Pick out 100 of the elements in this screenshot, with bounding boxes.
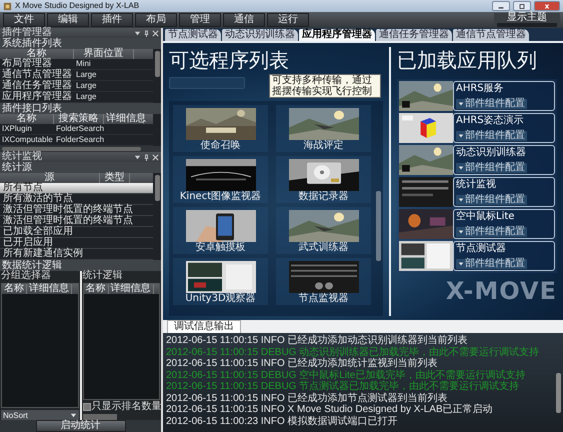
checkbox-label: 只显示排名数量 bbox=[92, 402, 162, 412]
search-field[interactable] bbox=[169, 77, 245, 89]
tab[interactable]: 节点测试器 bbox=[165, 29, 221, 41]
list-item[interactable]: 已开启应用 bbox=[0, 238, 153, 249]
table-cell-text: 通信节点管理器 bbox=[1, 70, 73, 80]
app-name: 动态识别训练器 bbox=[456, 147, 527, 158]
caret-icon bbox=[458, 229, 464, 235]
group-label: 分组选择器 bbox=[1, 271, 52, 281]
minimize-button[interactable] bbox=[492, 1, 510, 11]
table-cell-text: 通信任务管理器 bbox=[1, 81, 73, 91]
menu-item[interactable]: 编辑 bbox=[47, 13, 89, 27]
scrollbar[interactable] bbox=[376, 191, 381, 261]
program-label: 使命召唤 bbox=[200, 140, 240, 151]
app-queue-item[interactable]: 动态识别训练器 部件组件配置 bbox=[453, 145, 555, 175]
program-card[interactable]: 安卓触摸板 bbox=[173, 207, 268, 254]
app-name: AHRS服务 bbox=[456, 83, 505, 94]
scrollbar[interactable] bbox=[155, 51, 160, 77]
list-item[interactable]: 激活但管理时低置的终端节点 bbox=[0, 205, 153, 216]
section-heading: 已加载应用队列 bbox=[397, 47, 538, 73]
app-queue-item[interactable]: AHRS服务 部件组件配置 bbox=[453, 81, 555, 111]
app-queue-item[interactable]: 节点测试器 部件组件配置 bbox=[453, 241, 555, 271]
table-cell-text: 布局管理器 bbox=[1, 59, 53, 69]
log-line: 2012-06-15 11:00:15 INFO 已经成功添加动态识别训练器到当前列表 bbox=[166, 335, 469, 346]
program-card[interactable]: Unity3D观察器 bbox=[173, 258, 268, 305]
app-name: 空中鼠标Lite bbox=[456, 211, 516, 222]
sort-dropdown[interactable]: NoSort bbox=[1, 410, 78, 420]
window-title: X Move Studio Designed by X-LAB bbox=[15, 0, 140, 12]
caret-icon bbox=[458, 101, 464, 107]
scrollbar[interactable] bbox=[155, 175, 160, 201]
program-label: Unity3D观察器 bbox=[185, 293, 256, 304]
menu-item[interactable]: 插件 bbox=[91, 13, 133, 27]
list-item[interactable]: 激活但管理时低置的终端节点 bbox=[0, 216, 153, 227]
app-queue-item[interactable]: 空中鼠标Lite 部件组件配置 bbox=[453, 209, 555, 239]
app-name: 节点测试器 bbox=[456, 243, 507, 254]
table-cell-text: Large bbox=[75, 92, 98, 102]
tab[interactable]: 调试信息输出 bbox=[167, 320, 241, 333]
close-icon[interactable] bbox=[152, 30, 159, 36]
table-cell-text: IXPlugin bbox=[1, 124, 33, 134]
tab[interactable]: 应用程序管理器 bbox=[299, 29, 375, 41]
caret-icon bbox=[458, 133, 464, 139]
close-icon bbox=[543, 4, 551, 8]
list-item[interactable]: 所有激活的节点 bbox=[0, 194, 153, 205]
program-label: 数据记录器 bbox=[298, 191, 348, 202]
scrollbar[interactable] bbox=[2, 147, 141, 151]
app-queue-item[interactable]: 统计监视 部件组件配置 bbox=[453, 177, 555, 207]
caret-icon bbox=[458, 165, 464, 171]
tab[interactable]: 通信任务管理器 bbox=[376, 29, 452, 41]
theme-label: 显示主题 bbox=[507, 13, 547, 23]
maximize-button[interactable] bbox=[513, 1, 531, 11]
table-cell-text: Mini bbox=[75, 59, 92, 69]
program-label: 海战评定 bbox=[304, 140, 344, 151]
program-card[interactable]: 武式训练器 bbox=[276, 207, 371, 254]
section-heading: 可选程序列表 bbox=[169, 47, 290, 73]
menu-item[interactable]: 管理 bbox=[179, 13, 221, 27]
config-button[interactable]: 部件组件配置 bbox=[456, 259, 527, 269]
pin-icon[interactable] bbox=[143, 154, 150, 160]
log-line: 2012-06-15 11:00:15 INFO 已经成功添加节点测试器到当前列表 bbox=[166, 392, 449, 404]
app-queue-item[interactable]: AHRS姿态演示 部件组件配置 bbox=[453, 113, 555, 143]
tab[interactable]: 通信节点管理器 bbox=[453, 29, 529, 41]
config-button[interactable]: 部件组件配置 bbox=[456, 163, 527, 173]
table-cell-text: Large bbox=[75, 81, 98, 91]
log-line: 2012-06-15 11:00:15 DEBUG 空中鼠标Lite已加载完毕，由此不需要运行调试支持 bbox=[166, 370, 526, 380]
menu-item[interactable]: 通信 bbox=[223, 13, 265, 27]
app-name: AHRS姿态演示 bbox=[456, 115, 525, 126]
program-card[interactable]: 节点监视器 bbox=[276, 258, 371, 305]
close-icon[interactable] bbox=[152, 154, 159, 160]
program-label: 节点监视器 bbox=[298, 293, 348, 304]
input-field[interactable] bbox=[82, 414, 116, 420]
log-line: 2012-06-15 11:00:23 INFO 模拟数据调试端口已打开 bbox=[166, 416, 399, 427]
menu-item[interactable]: 布局 bbox=[135, 13, 177, 27]
program-card[interactable]: Kinect图像监视器 bbox=[173, 156, 268, 203]
program-label: 安卓触摸板 bbox=[196, 242, 246, 253]
list-item[interactable]: 已加载全部应用 bbox=[0, 227, 153, 238]
close-button[interactable] bbox=[534, 1, 560, 11]
pin-icon[interactable] bbox=[143, 30, 150, 36]
config-button[interactable]: 部件组件配置 bbox=[456, 131, 527, 141]
program-card[interactable]: 海战评定 bbox=[276, 105, 371, 152]
app-name: 统计监视 bbox=[456, 179, 497, 190]
scrollbar[interactable] bbox=[556, 373, 561, 413]
maximize-icon bbox=[518, 4, 526, 8]
log-line: 2012-06-15 11:00:15 DEBUG 动态识别训练器已加载完毕，由此不需要运行调试支持 bbox=[166, 346, 540, 358]
tab[interactable]: 动态识别训练器 bbox=[222, 29, 298, 41]
program-card[interactable]: 数据记录器 bbox=[276, 156, 371, 203]
menu-item[interactable]: 运行 bbox=[267, 13, 309, 27]
checkbox[interactable] bbox=[82, 403, 90, 411]
table-cell-text: IXComputable bbox=[1, 135, 54, 145]
log-line: 2012-06-15 11:00:15 INFO X Move Studio Designed by X-LAB已正常启动 bbox=[166, 404, 494, 416]
start-button[interactable]: 启动统计 bbox=[36, 420, 126, 432]
program-label: Kinect图像监视器 bbox=[180, 191, 262, 202]
table-cell-text: Large bbox=[75, 70, 98, 80]
log-line: 2012-06-15 11:00:15 DEBUG 节点测试器已加载完毕，由此不需要运行调试支持 bbox=[166, 381, 520, 392]
config-button[interactable]: 部件组件配置 bbox=[456, 99, 527, 109]
log-line: 2012-06-15 11:00:15 INFO 已经成功添加统计监视到当前列表 bbox=[166, 358, 439, 370]
section-title: 系统插件列表 bbox=[0, 38, 161, 49]
program-card[interactable]: 使命召唤 bbox=[173, 105, 268, 152]
list-item[interactable]: 所有节点 bbox=[0, 183, 153, 194]
caret-icon bbox=[458, 197, 464, 203]
menu-item[interactable]: 文件 bbox=[3, 13, 45, 27]
config-button[interactable]: 部件组件配置 bbox=[456, 227, 527, 237]
config-button[interactable]: 部件组件配置 bbox=[456, 195, 527, 205]
